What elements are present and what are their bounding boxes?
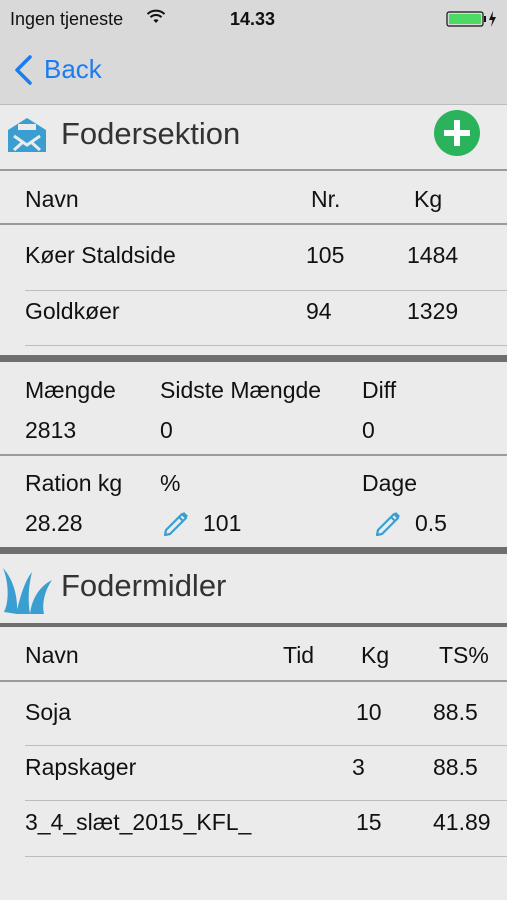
table-row[interactable]: 3_4_slæt_2015_KFL_ 15 41.89 <box>0 794 507 852</box>
diff-value: 0 <box>362 417 375 443</box>
percent-edit[interactable]: 101 <box>158 504 248 542</box>
status-bar: Ingen tjeneste 14.33 <box>0 0 507 38</box>
row-ts: 88.5 <box>433 699 478 725</box>
section-divider <box>0 623 507 627</box>
grass-icon <box>3 568 52 614</box>
add-button[interactable] <box>434 110 480 156</box>
row-name: Soja <box>25 699 72 725</box>
column-header-time: Tid <box>283 642 315 668</box>
table-row[interactable]: Køer Staldside 105 1484 <box>0 226 507 286</box>
row-kg: 1329 <box>407 298 459 324</box>
days-edit[interactable]: 0.5 <box>370 504 460 542</box>
row-nr: 105 <box>306 242 345 268</box>
row-ts: 88.5 <box>433 754 478 780</box>
pencil-icon <box>375 512 400 537</box>
ration-label: Ration kg <box>25 470 123 496</box>
carrier-label: Ingen tjeneste <box>10 9 124 29</box>
row-kg: 10 <box>356 699 382 725</box>
amount-value: 2813 <box>25 417 77 443</box>
last-amount-value: 0 <box>160 417 173 443</box>
table-row[interactable]: Rapskager 3 88.5 <box>0 739 507 797</box>
navigation-bar: Back <box>0 38 507 105</box>
days-value: 0.5 <box>415 510 447 536</box>
ration-value: 28.28 <box>25 510 83 536</box>
column-header-ts: TS% <box>439 642 489 668</box>
add-icon <box>444 120 470 146</box>
table-row[interactable]: Goldkøer 94 1329 <box>0 282 507 338</box>
percent-value: 101 <box>203 510 242 536</box>
time-label: 14.33 <box>230 9 276 29</box>
section-divider <box>0 547 507 554</box>
pencil-icon <box>163 512 188 537</box>
column-header-nr: Nr. <box>311 186 341 212</box>
row-kg: 15 <box>356 809 382 835</box>
battery-icon <box>446 11 496 27</box>
wifi-icon <box>146 9 166 23</box>
row-name: Goldkøer <box>25 298 120 324</box>
row-nr: 94 <box>306 298 332 324</box>
row-name: 3_4_slæt_2015_KFL_ <box>25 809 252 835</box>
row-name: Køer Staldside <box>25 242 176 268</box>
feeder-icon <box>8 118 46 152</box>
column-header-kg: Kg <box>414 186 443 212</box>
divider <box>25 345 507 346</box>
back-button[interactable]: Back <box>10 50 120 90</box>
divider <box>0 680 507 682</box>
row-ts: 41.89 <box>433 809 491 835</box>
back-chevron-icon <box>15 55 32 85</box>
row-kg: 3 <box>352 754 365 780</box>
divider <box>0 169 507 171</box>
last-amount-label: Sidste Mængde <box>160 377 322 403</box>
column-header-name: Navn <box>25 186 79 212</box>
divider <box>0 454 507 456</box>
back-label: Back <box>44 54 102 84</box>
row-kg: 1484 <box>407 242 459 268</box>
amount-label: Mængde <box>25 377 116 403</box>
days-label: Dage <box>362 470 417 496</box>
percent-label: % <box>160 470 181 496</box>
column-header-name: Navn <box>25 642 79 668</box>
table-row[interactable]: Soja 10 88.5 <box>0 684 507 742</box>
divider <box>25 856 507 857</box>
section-divider <box>0 355 507 362</box>
column-header-kg: Kg <box>361 642 390 668</box>
feed-section-title: Fodersektion <box>61 116 241 151</box>
row-name: Rapskager <box>25 754 137 780</box>
diff-label: Diff <box>362 377 397 403</box>
divider <box>0 223 507 225</box>
feedstuffs-title: Fodermidler <box>61 568 227 603</box>
